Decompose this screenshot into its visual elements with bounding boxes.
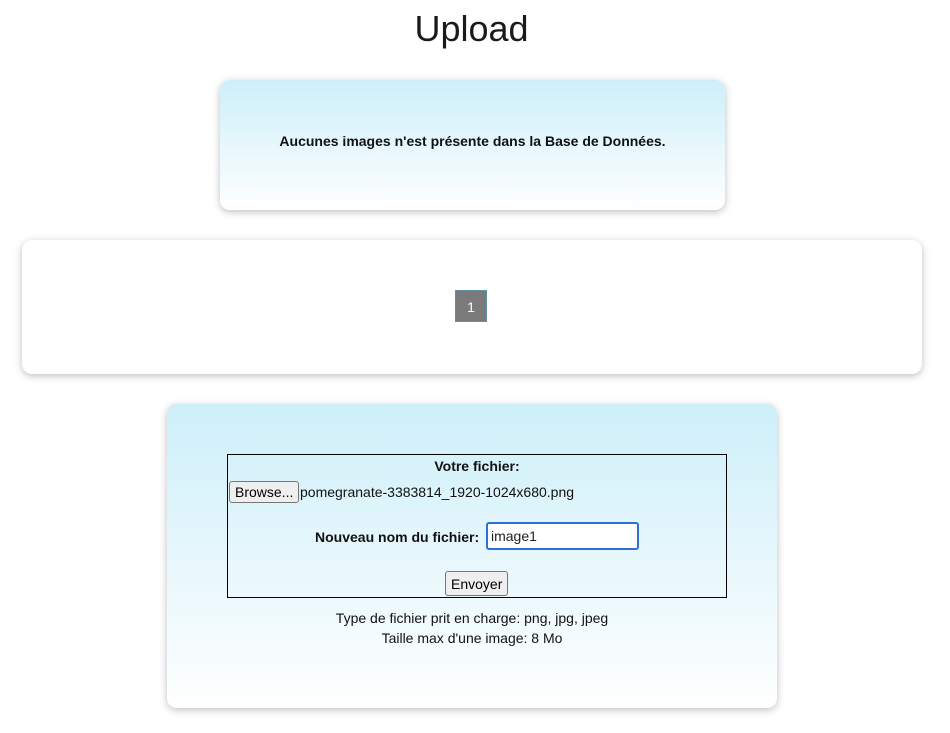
empty-database-message: Aucunes images n'est présente dans la Ba…	[279, 133, 666, 149]
submit-button[interactable]: Envoyer	[445, 571, 509, 596]
page-title: Upload	[414, 8, 529, 49]
supported-types-hint: Type de fichier prit en charge: png, jpg…	[335, 610, 609, 626]
pagination-card: 1	[22, 240, 922, 374]
max-size-hint: Taille max d'une image: 8 Mo	[381, 630, 563, 646]
browse-button[interactable]: Browse...	[229, 481, 300, 503]
rename-label: Nouveau nom du fichier:	[315, 529, 480, 545]
file-label: Votre fichier:	[434, 458, 520, 474]
upload-card: Votre fichier: Browse... pomegranate-338…	[167, 404, 777, 708]
page-button-1[interactable]: 1	[455, 290, 487, 322]
upload-form: Votre fichier: Browse... pomegranate-338…	[227, 454, 727, 598]
rename-row: Nouveau nom du fichier:	[228, 522, 726, 550]
selected-file-name: pomegranate-3383814_1920-1024x680.png	[300, 484, 575, 500]
rename-input[interactable]	[486, 522, 639, 550]
info-card: Aucunes images n'est présente dans la Ba…	[220, 80, 725, 210]
